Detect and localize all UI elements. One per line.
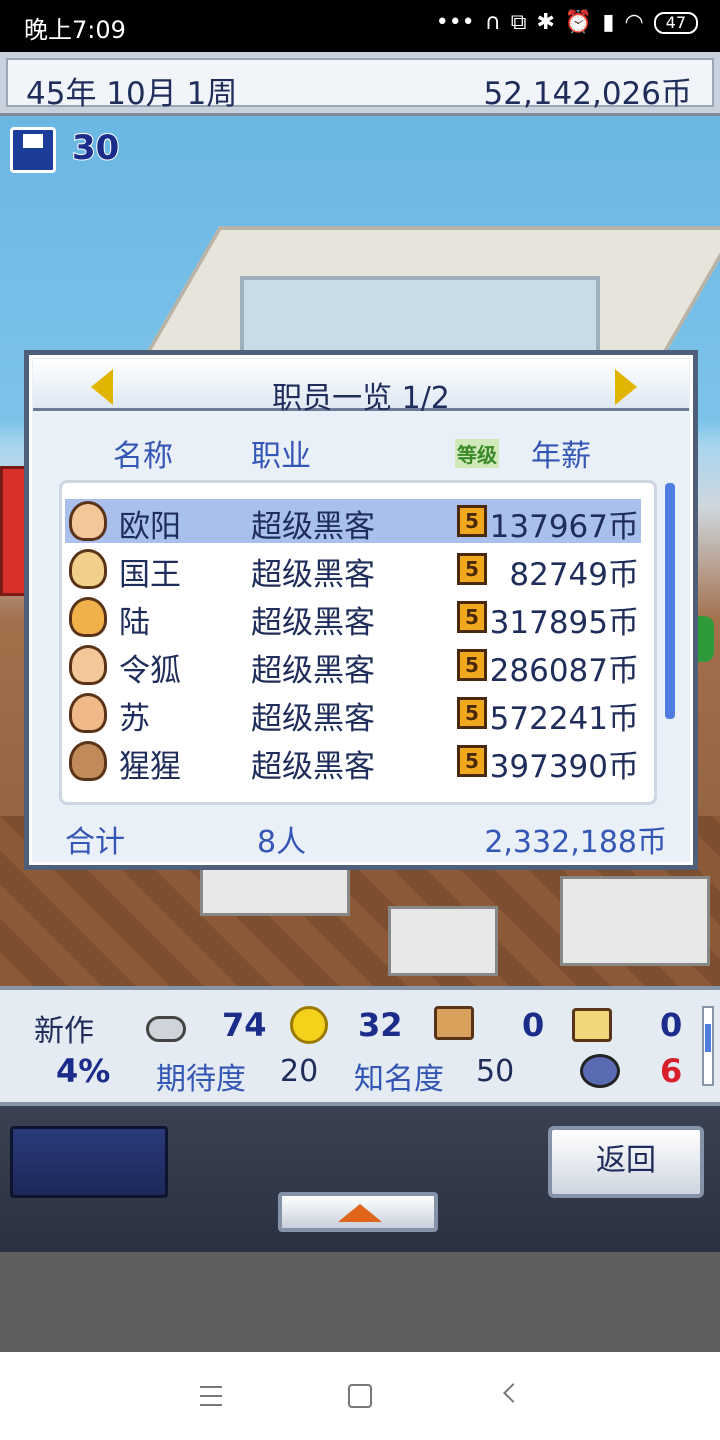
- info-scrollbar[interactable]: [702, 1006, 714, 1086]
- battery-icon: 47: [653, 11, 698, 34]
- staff-salary: 286087币: [489, 653, 639, 689]
- staff-salary: 572241币: [489, 701, 639, 737]
- home-icon[interactable]: [348, 1384, 372, 1408]
- fame-label: 知名度: [354, 1062, 444, 1097]
- staff-row[interactable]: 陆 超级黑客 5 317895币: [65, 595, 641, 641]
- next-page-arrow-icon[interactable]: [615, 369, 637, 405]
- funds: 52,142,026币: [483, 76, 693, 112]
- expectation-label: 期待度: [156, 1062, 246, 1097]
- status-bar: 晚上7:09 ••• ∩ ⧉ ✱ ⏰ ▮ ◠ 47: [0, 0, 720, 52]
- level-badge-icon: 5: [457, 505, 487, 537]
- panel-header: 职员一览 1/2: [33, 359, 689, 416]
- avatar: [69, 501, 107, 541]
- expectation-value: 20: [280, 1054, 319, 1089]
- level-badge-icon: 5: [457, 745, 487, 777]
- desk: [388, 906, 498, 976]
- new-work-label: 新作: [34, 1014, 94, 1049]
- staff-list-panel: 职员一览 1/2 名称 职业 等级 年薪 欧阳 超级黑客 5 137967币 国…: [24, 350, 698, 870]
- trumpet-icon: [572, 1008, 612, 1042]
- total-count: 8人: [257, 825, 307, 860]
- staff-name: 令狐: [119, 653, 181, 689]
- back-button[interactable]: 返回: [548, 1126, 704, 1198]
- total-label: 合计: [65, 825, 125, 860]
- level-badge-icon: 5: [457, 649, 487, 681]
- avatar: [69, 741, 107, 781]
- staff-name: 猩猩: [119, 749, 181, 785]
- coin-icon: [290, 1006, 328, 1044]
- copy-icon: ⧉: [510, 10, 527, 35]
- avatar: [69, 693, 107, 733]
- save-count: 30: [71, 127, 120, 169]
- staff-job: 超级黑客: [251, 509, 375, 545]
- game-date: 45年 10月 1周: [26, 76, 238, 112]
- signal-icon: ▮: [602, 10, 615, 35]
- staff-row[interactable]: 猩猩 超级黑客 5 397390币: [65, 739, 641, 785]
- staff-row[interactable]: 令狐 超级黑客 5 286087币: [65, 643, 641, 689]
- staff-job: 超级黑客: [251, 653, 375, 689]
- staff-row[interactable]: 国王 超级黑客 5 82749币: [65, 547, 641, 593]
- avatar: [69, 549, 107, 589]
- fun-value: 74: [222, 1006, 267, 1044]
- column-name: 名称: [113, 439, 173, 474]
- creativity-value: 32: [358, 1006, 403, 1044]
- system-nav-bar: [0, 1352, 720, 1440]
- alarm-icon: ⏰: [564, 10, 593, 35]
- expand-up-button[interactable]: [278, 1192, 438, 1232]
- staff-salary: 397390币: [489, 749, 639, 785]
- level-badge-icon: 5: [457, 697, 487, 729]
- status-icons: ••• ∩ ⧉ ✱ ⏰ ▮ ◠ 47: [436, 10, 698, 35]
- headphone-icon: ∩: [484, 10, 501, 35]
- staff-name: 苏: [119, 701, 150, 737]
- staff-job: 超级黑客: [251, 701, 375, 737]
- bluetooth-icon: ✱: [536, 10, 555, 35]
- progress-value: 4%: [56, 1052, 111, 1090]
- wifi-icon: ◠: [624, 10, 644, 35]
- game-top-bar: 45年 10月 1周 52,142,026币: [0, 52, 720, 116]
- status-time: 晚上7:09: [24, 16, 126, 44]
- bug-icon: [580, 1054, 620, 1088]
- list-scrollbar[interactable]: [665, 483, 675, 719]
- controls-area: 返回: [0, 1106, 720, 1252]
- avatar: [69, 645, 107, 685]
- staff-name: 欧阳: [119, 509, 181, 545]
- bookshelf: [560, 876, 710, 966]
- staff-job: 超级黑客: [251, 557, 375, 593]
- back-icon[interactable]: [503, 1383, 523, 1403]
- staff-salary: 82749币: [509, 557, 639, 593]
- level-badge-icon: 5: [457, 553, 487, 585]
- bugs-value: 6: [660, 1052, 683, 1090]
- top-bar-frame: 45年 10月 1周 52,142,026币: [6, 58, 714, 112]
- staff-job: 超级黑客: [251, 749, 375, 785]
- empty-slot: [10, 1126, 168, 1198]
- save-icon[interactable]: [10, 127, 56, 173]
- staff-row[interactable]: 欧阳 超级黑客 5 137967币: [65, 499, 641, 545]
- dots-icon: •••: [435, 10, 475, 35]
- palette-icon: [434, 1006, 474, 1040]
- column-salary: 年薪: [531, 439, 591, 474]
- column-level-icon: 等级: [455, 439, 499, 468]
- staff-name: 陆: [119, 605, 150, 641]
- level-badge-icon: 5: [457, 601, 487, 633]
- staff-row[interactable]: 苏 超级黑客 5 572241币: [65, 691, 641, 737]
- gamepad-icon: [146, 1016, 186, 1042]
- avatar: [69, 597, 107, 637]
- column-job: 职业: [251, 439, 311, 474]
- staff-job: 超级黑客: [251, 605, 375, 641]
- staff-salary: 137967币: [489, 509, 639, 545]
- sound-value: 0: [660, 1006, 683, 1044]
- fame-value: 50: [476, 1054, 515, 1089]
- staff-salary: 317895币: [489, 605, 639, 641]
- panel-title: 职员一览 1/2: [272, 381, 450, 416]
- total-salary: 2,332,188币: [484, 825, 667, 860]
- graphics-value: 0: [522, 1006, 545, 1044]
- staff-name: 国王: [119, 557, 181, 593]
- menu-icon[interactable]: [200, 1386, 222, 1406]
- letterbox-area: [0, 1252, 720, 1352]
